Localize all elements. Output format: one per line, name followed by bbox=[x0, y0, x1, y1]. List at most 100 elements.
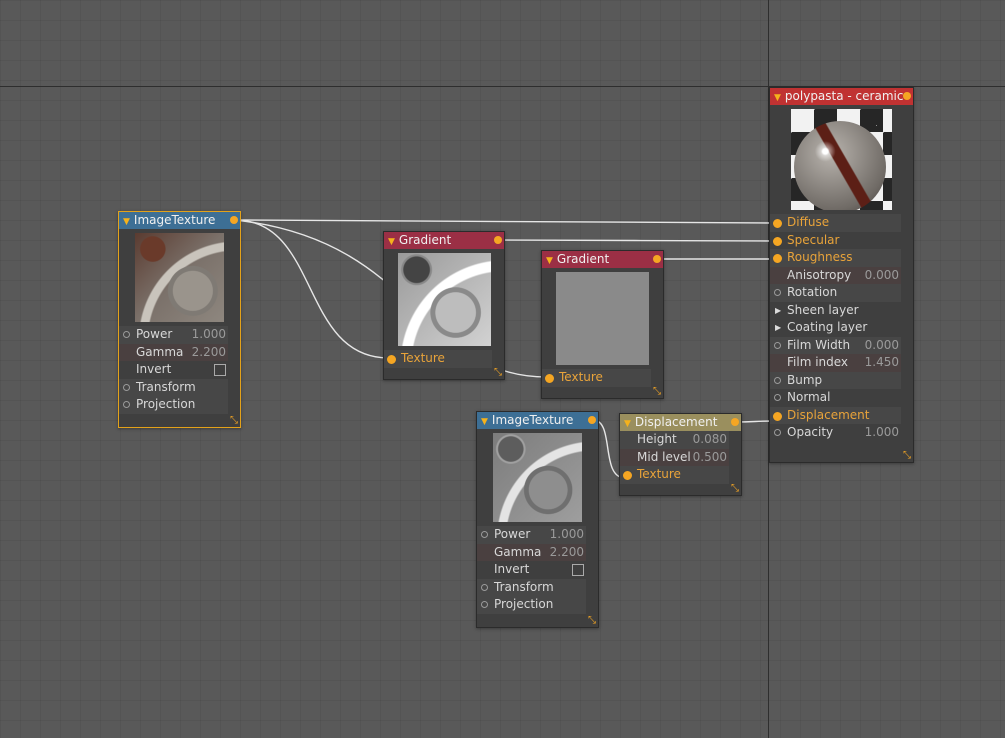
param-label: Gamma bbox=[494, 544, 542, 559]
param-row-power[interactable]: Power 1.000 bbox=[119, 326, 228, 344]
param-value[interactable]: 2.200 bbox=[192, 344, 226, 362]
group-row-sheen-layer[interactable]: ▶ Sheen layer bbox=[770, 302, 901, 320]
param-value[interactable]: 0.000 bbox=[865, 337, 899, 355]
param-row-film-width[interactable]: Film Width 0.000 bbox=[770, 336, 901, 355]
collapse-triangle-icon[interactable]: ▼ bbox=[481, 414, 488, 431]
param-value[interactable]: 1.000 bbox=[865, 424, 899, 442]
input-pin-icon[interactable] bbox=[481, 583, 488, 591]
collapse-triangle-icon[interactable]: ▼ bbox=[546, 253, 553, 270]
param-row-opacity[interactable]: Opacity 1.000 bbox=[770, 424, 901, 442]
input-label: Texture bbox=[401, 351, 445, 365]
resize-handle-icon[interactable]: ⤡ bbox=[494, 368, 502, 378]
input-pin-icon[interactable] bbox=[623, 471, 632, 480]
gradient-node-2[interactable]: ▼ Gradient Texture ⤡ bbox=[541, 250, 664, 399]
param-row-invert[interactable]: Invert bbox=[477, 561, 586, 579]
group-label: Coating layer bbox=[787, 320, 868, 334]
input-pin-icon[interactable] bbox=[773, 411, 782, 421]
expand-arrow-icon[interactable]: ▶ bbox=[775, 302, 781, 320]
input-row-diffuse[interactable]: Diffuse bbox=[770, 214, 901, 232]
param-value[interactable]: 1.000 bbox=[550, 526, 584, 544]
output-pin-icon[interactable] bbox=[494, 236, 502, 244]
param-value[interactable]: 1.450 bbox=[865, 354, 899, 372]
resize-handle-icon[interactable]: ⤡ bbox=[731, 484, 739, 494]
image-texture-node-2[interactable]: ▼ ImageTexture Power 1.000 Gamma 2.200 Inve… bbox=[476, 411, 599, 628]
input-pin-icon[interactable] bbox=[774, 429, 781, 436]
param-row-invert[interactable]: Invert bbox=[119, 361, 228, 379]
input-pin-icon[interactable] bbox=[123, 331, 130, 338]
gradient-node-1[interactable]: ▼ Gradient Texture ⤡ bbox=[383, 231, 505, 380]
param-value[interactable]: 0.000 bbox=[865, 267, 899, 285]
input-row-normal[interactable]: Normal bbox=[770, 389, 901, 407]
input-row-roughness[interactable]: Roughness bbox=[770, 249, 901, 267]
output-pin-icon[interactable] bbox=[653, 255, 661, 263]
material-node[interactable]: ▼ polypasta - ceramic Diffuse Specular Ro… bbox=[769, 87, 914, 463]
node-header[interactable]: ▼ ImageTexture bbox=[119, 212, 240, 229]
input-row-bump[interactable]: Bump bbox=[770, 371, 901, 389]
param-label: Height bbox=[637, 432, 677, 446]
node-title: ImageTexture bbox=[133, 213, 216, 227]
image-texture-node-1[interactable]: ▼ ImageTexture Power 1.000 Gamma 2.200 Inve… bbox=[118, 211, 241, 428]
node-header[interactable]: ▼ ImageTexture bbox=[477, 412, 598, 429]
input-pin-icon[interactable] bbox=[774, 289, 781, 296]
input-row-rotation[interactable]: Rotation bbox=[770, 284, 901, 302]
output-pin-icon[interactable] bbox=[230, 216, 238, 224]
node-header[interactable]: ▼ Gradient bbox=[384, 232, 504, 249]
input-pin-icon[interactable] bbox=[774, 376, 781, 384]
param-row-gamma[interactable]: Gamma 2.200 bbox=[119, 343, 228, 362]
param-row-transform[interactable]: Transform bbox=[119, 378, 228, 396]
param-row-film-index[interactable]: Film index 1.450 bbox=[770, 354, 901, 372]
output-pin-icon[interactable] bbox=[731, 418, 739, 426]
param-value[interactable]: 0.500 bbox=[693, 449, 727, 467]
param-row-height[interactable]: Height 0.080 bbox=[620, 431, 729, 449]
param-value[interactable]: 2.200 bbox=[550, 544, 584, 562]
param-row-projection[interactable]: Projection bbox=[119, 396, 228, 414]
param-label: Power bbox=[136, 327, 173, 341]
resize-handle-icon[interactable]: ⤡ bbox=[588, 616, 596, 626]
param-row-gamma[interactable]: Gamma 2.200 bbox=[477, 543, 586, 562]
node-header[interactable]: ▼ Gradient bbox=[542, 251, 663, 268]
input-row-texture[interactable]: Texture bbox=[620, 466, 729, 484]
param-row-transform[interactable]: Transform bbox=[477, 578, 586, 596]
input-pin-icon[interactable] bbox=[774, 394, 781, 401]
param-row-mid-level[interactable]: Mid level 0.500 bbox=[620, 448, 729, 467]
input-pin-icon[interactable] bbox=[481, 531, 488, 538]
group-row-coating-layer[interactable]: ▶ Coating layer bbox=[770, 319, 901, 337]
resize-handle-icon[interactable]: ⤡ bbox=[653, 387, 661, 397]
input-row-specular[interactable]: Specular bbox=[770, 232, 901, 250]
collapse-triangle-icon[interactable]: ▼ bbox=[123, 214, 130, 231]
input-pin-icon[interactable] bbox=[387, 355, 396, 364]
param-label: Film Width bbox=[787, 337, 851, 352]
resize-handle-icon[interactable]: ⤡ bbox=[903, 451, 911, 461]
param-row-projection[interactable]: Projection bbox=[477, 596, 586, 614]
resize-handle-icon[interactable]: ⤡ bbox=[230, 416, 238, 426]
node-header[interactable]: ▼ Displacement bbox=[620, 414, 741, 431]
input-row-texture[interactable]: Texture bbox=[384, 350, 492, 368]
param-value[interactable]: 1.000 bbox=[192, 326, 226, 344]
param-value[interactable]: 0.080 bbox=[693, 431, 727, 449]
output-pin-icon[interactable] bbox=[588, 416, 596, 424]
collapse-triangle-icon[interactable]: ▼ bbox=[774, 90, 781, 107]
input-pin-icon[interactable] bbox=[123, 383, 130, 391]
node-header[interactable]: ▼ polypasta - ceramic bbox=[770, 88, 913, 105]
param-row-anisotropy[interactable]: Anisotropy 0.000 bbox=[770, 266, 901, 285]
expand-arrow-icon[interactable]: ▶ bbox=[775, 319, 781, 337]
input-pin-icon[interactable] bbox=[545, 374, 554, 383]
collapse-triangle-icon[interactable]: ▼ bbox=[388, 234, 395, 251]
input-pin-icon[interactable] bbox=[123, 401, 130, 408]
param-label: Transform bbox=[494, 579, 554, 594]
param-row-power[interactable]: Power 1.000 bbox=[477, 526, 586, 544]
node-title: Gradient bbox=[398, 233, 452, 247]
checkbox-icon[interactable] bbox=[214, 364, 226, 376]
input-row-texture[interactable]: Texture bbox=[542, 369, 651, 387]
input-pin-icon[interactable] bbox=[773, 236, 782, 246]
displacement-node[interactable]: ▼ Displacement Height 0.080 Mid level 0.500… bbox=[619, 413, 742, 496]
input-label: Specular bbox=[787, 232, 840, 247]
input-pin-icon[interactable] bbox=[773, 254, 782, 263]
input-row-displacement[interactable]: Displacement bbox=[770, 406, 901, 424]
input-pin-icon[interactable] bbox=[481, 601, 488, 608]
input-pin-icon[interactable] bbox=[774, 341, 781, 349]
input-pin-icon[interactable] bbox=[773, 219, 782, 228]
checkbox-icon[interactable] bbox=[572, 564, 584, 576]
node-title: Displacement bbox=[634, 415, 718, 429]
output-pin-icon[interactable] bbox=[903, 92, 911, 100]
